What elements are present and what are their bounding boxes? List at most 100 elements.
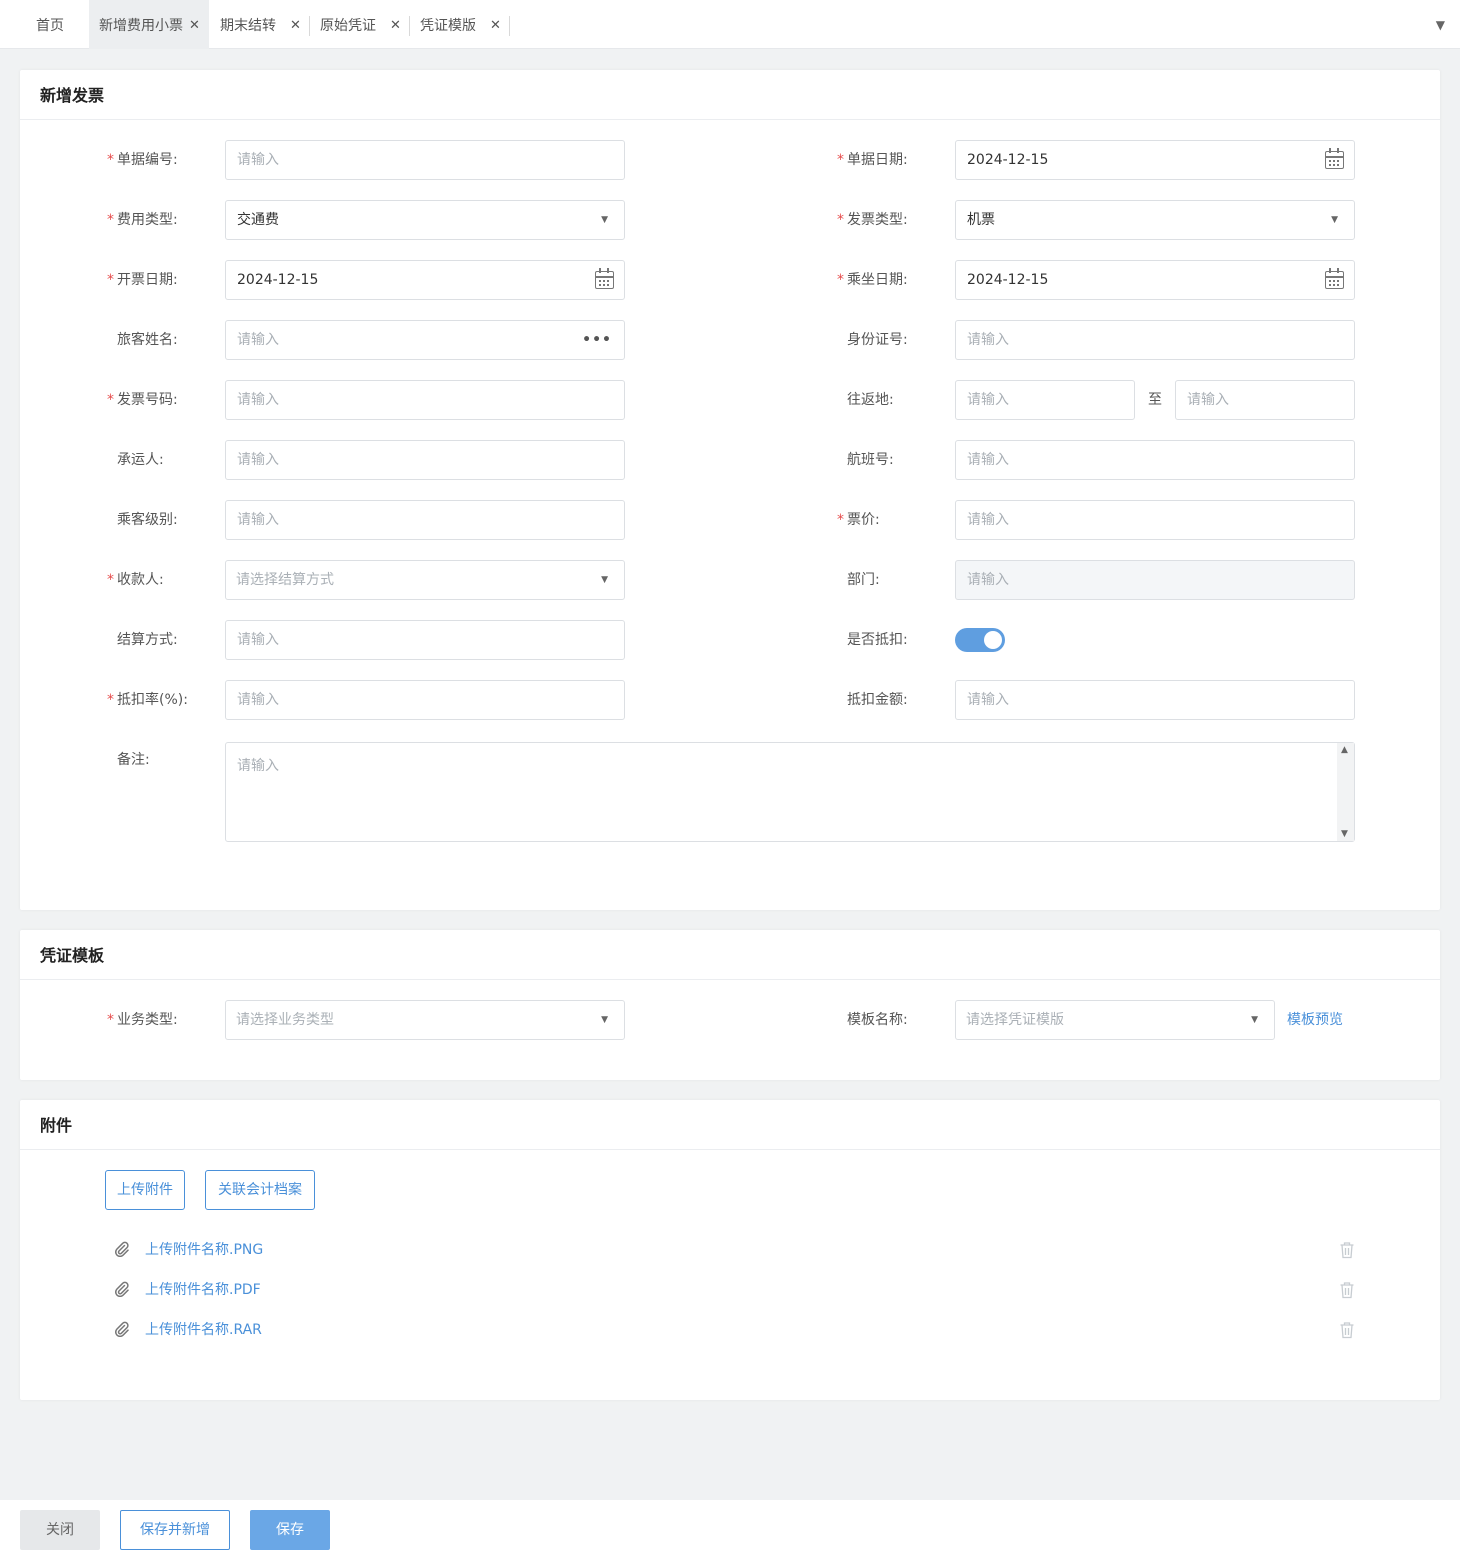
remark-textarea[interactable]: 请输入 ▲ ▼ — [225, 742, 1355, 842]
close-button[interactable]: 关闭 — [20, 1510, 100, 1550]
footer-action-bar: 关闭 保存并新增 保存 — [0, 1500, 1460, 1560]
save-and-new-button[interactable]: 保存并新增 — [120, 1510, 230, 1550]
route-label: 往返地: — [847, 392, 894, 408]
attachment-link[interactable]: 上传附件名称.PDF — [145, 1279, 261, 1299]
tab-divider — [309, 16, 310, 36]
cabin-class-input[interactable]: 请输入 — [225, 500, 625, 540]
business-type-select[interactable]: 请选择业务类型 ▼ — [225, 1000, 625, 1040]
tab-period-end-transfer[interactable]: 期末结转 ✕ — [220, 0, 310, 49]
attachments-card: 附件 上传附件 关联会计档案 上传附件名称.PNG 上传附件名称.PDF 上传附… — [20, 1100, 1440, 1400]
scroll-down-icon[interactable]: ▼ — [1341, 829, 1348, 839]
remark-scrollbar[interactable]: ▲ ▼ — [1337, 743, 1354, 841]
remark-placeholder: 请输入 — [237, 758, 279, 774]
carrier-label: 承运人: — [117, 452, 164, 468]
upload-attachment-button[interactable]: 上传附件 — [105, 1170, 185, 1210]
deduct-rate-input[interactable]: 请输入 — [225, 680, 625, 720]
chevron-down-icon: ▼ — [1251, 1015, 1258, 1025]
tab-label: 新增费用小票 — [99, 18, 183, 34]
calendar-icon[interactable] — [1325, 268, 1344, 289]
trash-icon[interactable] — [1339, 1321, 1355, 1339]
passenger-placeholder: 请输入 — [237, 332, 279, 348]
tab-menu-chevron-down-icon[interactable]: ▼ — [1436, 18, 1445, 32]
ride-date-picker[interactable]: 2024-12-15 — [955, 260, 1355, 300]
trash-icon[interactable] — [1339, 1281, 1355, 1299]
required-mark: * — [107, 1012, 114, 1028]
settlement-label: 结算方式: — [117, 632, 178, 648]
attachment-link[interactable]: 上传附件名称.PNG — [145, 1239, 263, 1259]
template-name-select[interactable]: 请选择凭证模版 ▼ — [955, 1000, 1275, 1040]
route-to-input[interactable]: 请输入 — [1175, 380, 1355, 420]
save-button[interactable]: 保存 — [250, 1510, 330, 1550]
expense-type-value: 交通费 — [237, 212, 279, 228]
attachment-item: 上传附件名称.PDF — [115, 1275, 1355, 1305]
business-type-label: * 业务类型: — [107, 1000, 178, 1040]
more-icon[interactable]: ••• — [582, 321, 612, 359]
required-mark: * — [107, 272, 114, 288]
tab-home[interactable]: 首页 — [36, 0, 64, 49]
paperclip-icon — [115, 1281, 129, 1297]
issue-date-value: 2024-12-15 — [237, 272, 319, 288]
required-mark: * — [107, 692, 114, 708]
doc-date-label: * 单据日期: — [837, 140, 908, 180]
voucher-card-title: 凭证模板 — [20, 930, 1440, 980]
attachment-item: 上传附件名称.PNG — [115, 1235, 1355, 1265]
price-input[interactable]: 请输入 — [955, 500, 1355, 540]
required-mark: * — [837, 152, 844, 168]
expense-type-select[interactable]: 交通费 ▼ — [225, 200, 625, 240]
tab-divider — [409, 16, 410, 36]
deductible-toggle[interactable] — [955, 628, 1005, 652]
carrier-input[interactable]: 请输入 — [225, 440, 625, 480]
passenger-input[interactable]: 请输入 ••• — [225, 320, 625, 360]
link-accounting-archive-button[interactable]: 关联会计档案 — [205, 1170, 315, 1210]
department-label: 部门: — [847, 572, 880, 588]
tab-original-voucher[interactable]: 原始凭证 ✕ — [320, 0, 410, 49]
business-type-placeholder: 请选择业务类型 — [236, 1012, 334, 1028]
ride-date-value: 2024-12-15 — [967, 272, 1049, 288]
tab-voucher-template[interactable]: 凭证模版 ✕ — [420, 0, 510, 49]
tab-bar: 首页 新增费用小票 ✕ 期末结转 ✕ 原始凭证 ✕ 凭证模版 ✕ ▼ — [0, 0, 1460, 49]
id-no-label: 身份证号: — [847, 332, 908, 348]
tab-label: 首页 — [36, 18, 64, 34]
required-mark: * — [107, 152, 114, 168]
flight-no-label: 航班号: — [847, 452, 894, 468]
route-from-input[interactable]: 请输入 — [955, 380, 1135, 420]
template-preview-link[interactable]: 模板预览 — [1287, 1000, 1343, 1040]
attachment-link[interactable]: 上传附件名称.RAR — [145, 1319, 262, 1339]
scroll-up-icon[interactable]: ▲ — [1341, 745, 1348, 755]
id-no-input[interactable]: 请输入 — [955, 320, 1355, 360]
deduct-amount-label: 抵扣金额: — [847, 692, 908, 708]
passenger-label: 旅客姓名: — [117, 332, 178, 348]
issue-date-picker[interactable]: 2024-12-15 — [225, 260, 625, 300]
close-icon[interactable]: ✕ — [290, 0, 301, 52]
invoice-card-title: 新增发票 — [20, 70, 1440, 120]
cabin-class-label: 乘客级别: — [117, 512, 178, 528]
doc-no-input[interactable]: 请输入 — [225, 140, 625, 180]
expense-type-label: * 费用类型: — [107, 200, 178, 240]
paperclip-icon — [115, 1321, 129, 1337]
settlement-input[interactable]: 请输入 — [225, 620, 625, 660]
payee-select[interactable]: 请选择结算方式 ▼ — [225, 560, 625, 600]
payee-placeholder: 请选择结算方式 — [236, 572, 334, 588]
trash-icon[interactable] — [1339, 1241, 1355, 1259]
invoice-no-input[interactable]: 请输入 — [225, 380, 625, 420]
close-icon[interactable]: ✕ — [189, 0, 200, 52]
close-icon[interactable]: ✕ — [390, 0, 401, 52]
attachments-card-title: 附件 — [20, 1100, 1440, 1150]
invoice-type-select[interactable]: 机票 ▼ — [955, 200, 1355, 240]
price-label: * 票价: — [837, 500, 880, 540]
calendar-icon[interactable] — [1325, 148, 1344, 169]
deduct-rate-label: * 抵扣率(%): — [107, 680, 188, 720]
deduct-amount-input[interactable]: 请输入 — [955, 680, 1355, 720]
required-mark: * — [107, 572, 114, 588]
flight-no-input[interactable]: 请输入 — [955, 440, 1355, 480]
tab-new-expense-receipt[interactable]: 新增费用小票 ✕ — [89, 0, 209, 49]
issue-date-label: * 开票日期: — [107, 260, 178, 300]
doc-no-label: * 单据编号: — [107, 140, 178, 180]
required-mark: * — [107, 212, 114, 228]
doc-date-picker[interactable]: 2024-12-15 — [955, 140, 1355, 180]
required-mark: * — [107, 392, 114, 408]
route-separator: 至 — [1148, 392, 1162, 408]
calendar-icon[interactable] — [595, 268, 614, 289]
close-icon[interactable]: ✕ — [490, 0, 501, 52]
tab-divider — [509, 16, 510, 36]
